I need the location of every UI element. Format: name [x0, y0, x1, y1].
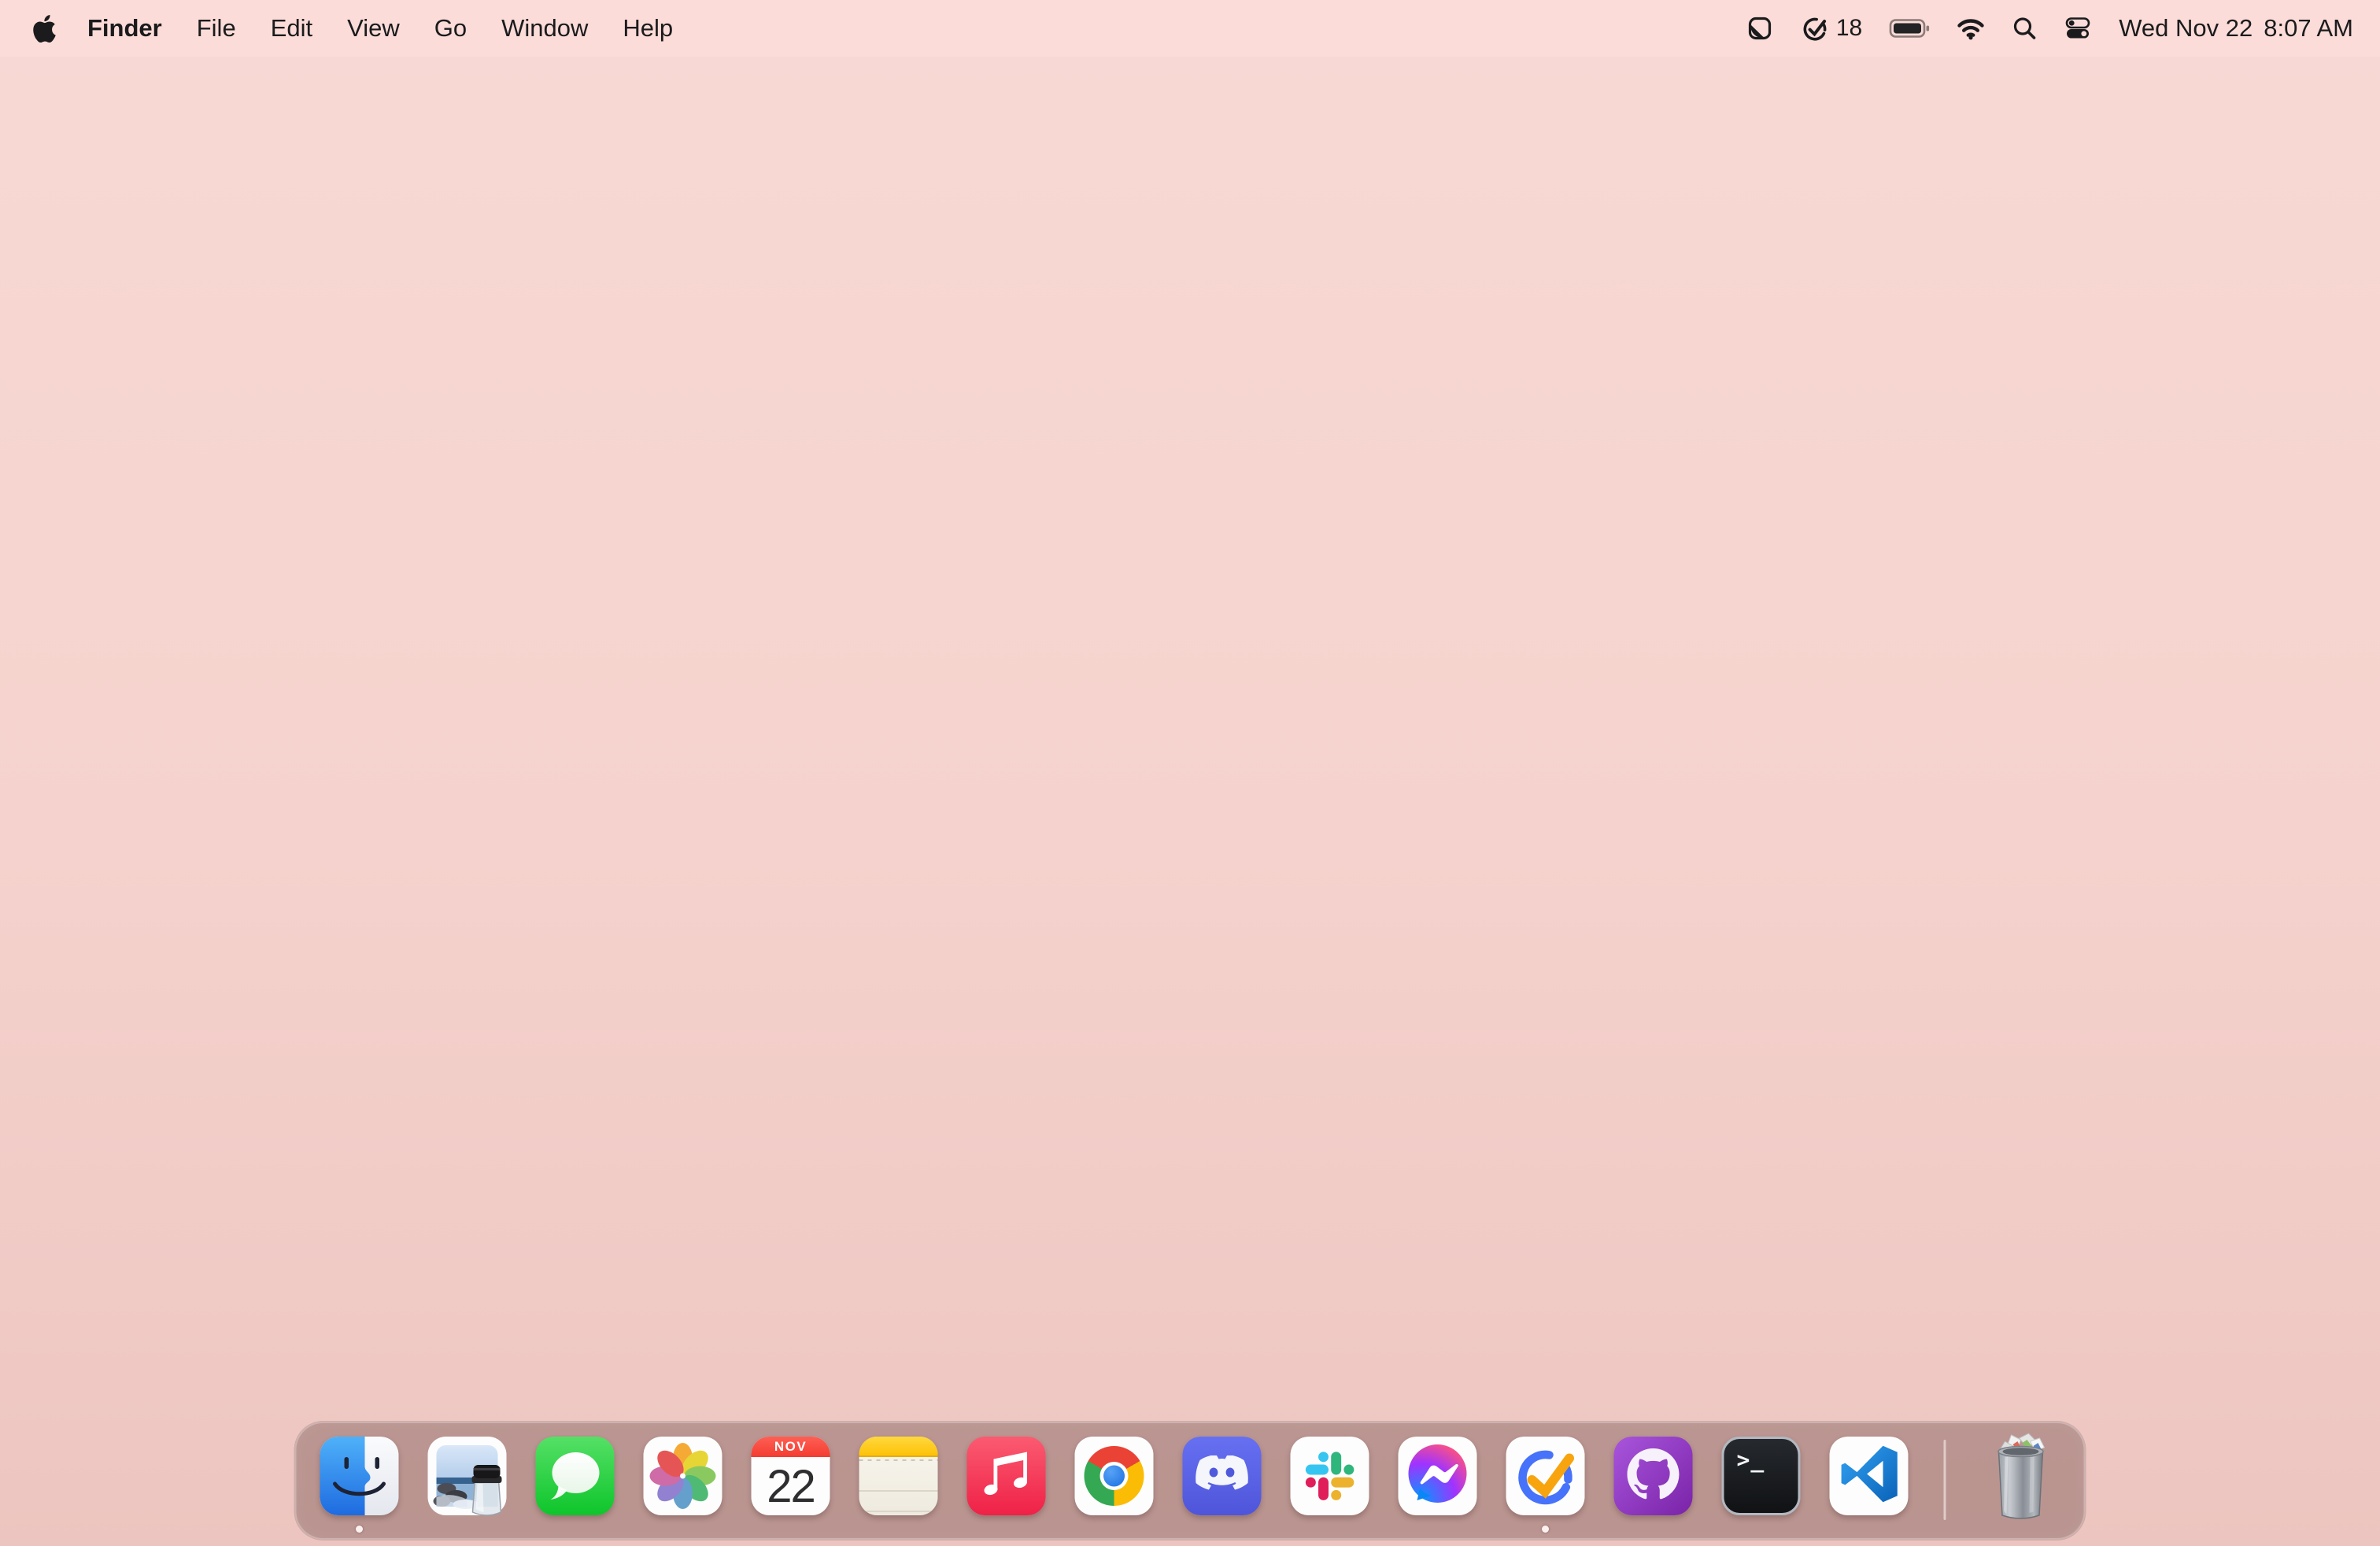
notes-tear-line	[859, 1457, 938, 1463]
dock-item-ticktick[interactable]	[1506, 1437, 1585, 1515]
dock-item-terminal[interactable]: >_	[1721, 1437, 1801, 1515]
tasks-count: 18	[1835, 15, 1863, 41]
music-icon	[966, 1437, 1046, 1515]
menu-bar: Finder File Edit View Go Window Help 18 …	[0, 0, 2380, 57]
menu-edit[interactable]: Edit	[271, 14, 312, 43]
calendar-month: NOV	[751, 1437, 830, 1457]
trash-full-icon	[1982, 1430, 2060, 1519]
ticktick-menu-item[interactable]: 18	[1801, 13, 1862, 43]
dock-divider	[1943, 1440, 1946, 1520]
vscode-icon	[1829, 1437, 1909, 1515]
terminal-icon: >_	[1721, 1437, 1801, 1515]
battery-icon[interactable]	[1889, 17, 1930, 39]
dock-item-finder[interactable]	[320, 1437, 399, 1515]
dock-item-slack[interactable]	[1290, 1437, 1369, 1515]
github-icon	[1613, 1437, 1693, 1515]
dock-item-photos[interactable]	[643, 1437, 722, 1515]
apple-menu[interactable]	[33, 14, 56, 43]
app-menus: Finder File Edit View Go Window Help	[87, 14, 673, 43]
slack-icon	[1290, 1437, 1369, 1515]
notes-paper	[859, 1463, 938, 1515]
chrome-blue-core	[1103, 1465, 1125, 1487]
dock: NOV 22 >_	[294, 1422, 2086, 1540]
dock-item-chrome[interactable]	[1074, 1437, 1154, 1515]
loupe	[471, 1465, 502, 1516]
dock-item-calendar[interactable]: NOV 22	[751, 1437, 830, 1515]
apple-logo-icon	[33, 14, 56, 43]
desktop[interactable]: Finder File Edit View Go Window Help 18 …	[0, 0, 2380, 1546]
menubar-date: Wed Nov 22	[2119, 14, 2253, 42]
menu-help[interactable]: Help	[623, 14, 673, 43]
dock-item-messenger[interactable]	[1398, 1437, 1477, 1515]
dock-item-github[interactable]	[1613, 1437, 1693, 1515]
messages-icon	[535, 1437, 615, 1515]
dock-item-messages[interactable]	[535, 1437, 615, 1515]
menubar-time: 8:07 AM	[2264, 14, 2353, 42]
preview-icon	[427, 1437, 507, 1516]
finder-icon	[320, 1437, 399, 1515]
dock-item-notes[interactable]	[859, 1437, 938, 1515]
control-center-icon[interactable]	[2064, 14, 2092, 43]
menu-go[interactable]: Go	[434, 14, 467, 43]
photos-icon	[643, 1437, 722, 1515]
dock-item-discord[interactable]	[1182, 1437, 1262, 1515]
wifi-icon[interactable]	[1957, 16, 1985, 41]
dock-item-trash[interactable]	[1982, 1433, 2060, 1519]
menu-finder[interactable]: Finder	[87, 14, 162, 43]
menu-view[interactable]: View	[347, 14, 400, 43]
dock-item-preview[interactable]	[427, 1437, 507, 1516]
chrome-icon	[1074, 1437, 1154, 1515]
status-menu-area: 18 Wed Nov 22 8:07 AM	[1746, 13, 2353, 43]
messenger-icon	[1398, 1437, 1477, 1515]
notes-yellow-band	[859, 1437, 938, 1457]
discord-icon	[1182, 1437, 1262, 1515]
ticktick-icon	[1506, 1437, 1585, 1515]
sticker-peel-icon[interactable]	[1746, 14, 1774, 43]
calendar-icon: NOV 22	[751, 1437, 830, 1515]
notes-icon	[859, 1437, 938, 1515]
menu-file[interactable]: File	[197, 14, 236, 43]
terminal-prompt-glyph: >_	[1736, 1447, 1765, 1473]
menu-window[interactable]: Window	[501, 14, 588, 43]
dock-item-music[interactable]	[966, 1437, 1046, 1515]
spotlight-search-icon[interactable]	[2012, 16, 2037, 41]
dock-item-vscode[interactable]	[1829, 1437, 1909, 1515]
menubar-clock[interactable]: Wed Nov 22 8:07 AM	[2119, 14, 2353, 43]
calendar-day: 22	[767, 1460, 816, 1512]
chrome-color-disc	[1084, 1446, 1144, 1506]
